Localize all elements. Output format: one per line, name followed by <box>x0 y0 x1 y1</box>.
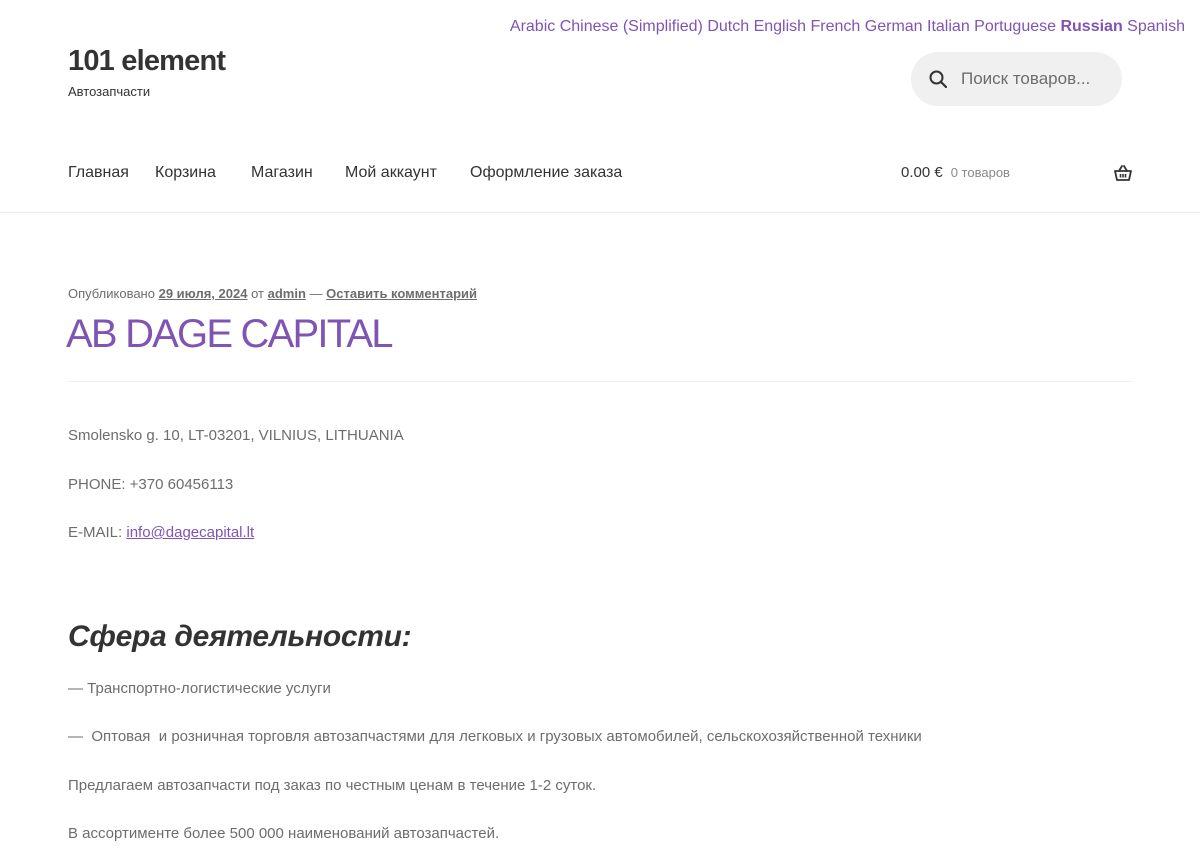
lang-link-french[interactable]: French <box>811 18 861 35</box>
nav-item-home[interactable]: Главная <box>68 164 155 182</box>
post-phone: PHONE: +370 60456113 <box>68 476 234 493</box>
cart-amount: 0.00 € <box>901 164 943 181</box>
lang-link-arabic[interactable]: Arabic <box>510 18 555 35</box>
cart-count: 0 товаров <box>950 165 1010 180</box>
post-title: AB DAGE CAPITAL <box>66 312 394 356</box>
email-label: E-MAIL: <box>68 524 123 541</box>
site-title-link[interactable]: 101 element <box>68 44 226 78</box>
meta-dash: — <box>309 286 323 301</box>
email-link[interactable]: info@dagecapital.lt <box>126 524 254 541</box>
header-divider <box>0 212 1200 213</box>
site-branding: 101 element Автозапчасти <box>68 44 226 99</box>
meta-by-label: от <box>251 286 264 301</box>
post-author-link[interactable]: admin <box>268 286 306 301</box>
nav-item-shop[interactable]: Магазин <box>251 164 345 182</box>
post-address: Smolensko g. 10, LT-03201, VILNIUS, LITH… <box>68 427 404 444</box>
lang-link-spanish[interactable]: Spanish <box>1127 18 1185 35</box>
leave-comment-link[interactable]: Оставить комментарий <box>326 286 477 301</box>
lang-link-chinese-simplified[interactable]: Chinese (Simplified) <box>560 18 703 35</box>
post-meta: Опубликовано 29 июля, 2024 от admin — Ос… <box>68 286 477 301</box>
header-cart[interactable]: 0.00 € 0 товаров <box>901 164 1132 181</box>
product-search <box>911 52 1122 106</box>
nav-item-cart[interactable]: Корзина <box>155 164 251 182</box>
search-icon <box>929 70 947 88</box>
lang-link-english[interactable]: English <box>754 18 806 35</box>
language-switcher: Arabic Chinese (Simplified) Dutch Englis… <box>510 18 1185 36</box>
lang-link-portuguese[interactable]: Portuguese <box>974 18 1056 35</box>
search-input[interactable] <box>959 68 1109 90</box>
lang-link-russian-active[interactable]: Russian <box>1060 18 1122 35</box>
shopping-basket-icon <box>1114 164 1132 181</box>
lang-link-dutch[interactable]: Dutch <box>707 18 749 35</box>
nav-item-checkout[interactable]: Оформление заказа <box>470 164 622 182</box>
post-email-line: E-MAIL: info@dagecapital.lt <box>68 524 254 541</box>
activity-item-trade: — Оптовая и розничная торговля автозапча… <box>68 728 922 745</box>
lang-link-italian[interactable]: Italian <box>927 18 970 35</box>
primary-navigation: Главная Корзина Магазин Мой аккаунт Офор… <box>68 164 622 182</box>
post-date-link[interactable]: 29 июля, 2024 <box>159 286 248 301</box>
activity-item-logistics: — Транспортно-логистические услуги <box>68 680 331 697</box>
assortment-text: В ассортименте более 500 000 наименовани… <box>68 825 500 842</box>
nav-item-my-account[interactable]: Мой аккаунт <box>345 164 470 182</box>
title-divider <box>68 381 1132 382</box>
site-description: Автозапчасти <box>68 84 151 99</box>
section-heading: Сфера деятельности: <box>68 620 412 653</box>
meta-published-label: Опубликовано <box>68 286 155 301</box>
offer-text: Предлагаем автозапчасти под заказ по чес… <box>68 777 597 794</box>
lang-link-german[interactable]: German <box>865 18 923 35</box>
